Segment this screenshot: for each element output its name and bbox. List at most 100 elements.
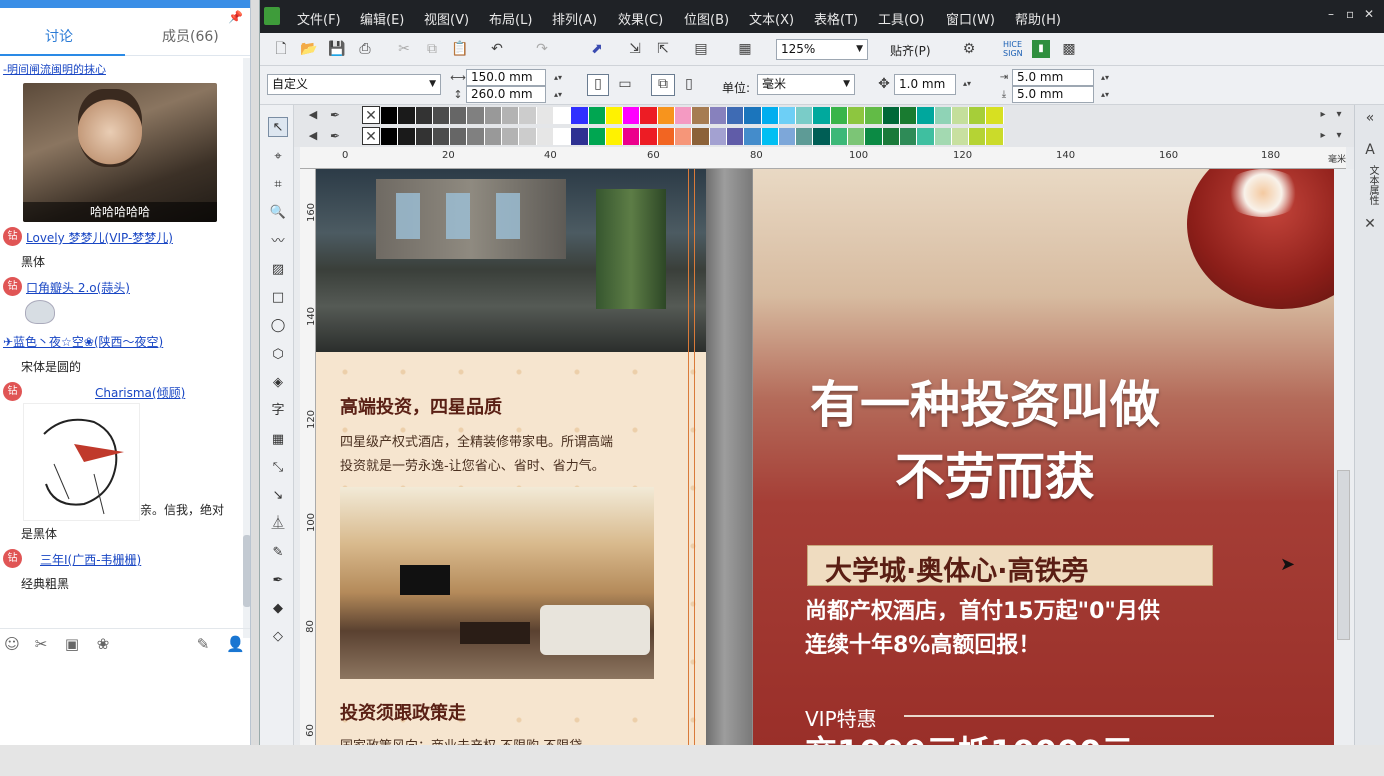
palette-scroll-left-icon[interactable]: ◀ — [304, 127, 322, 145]
qr-code-icon[interactable]: ▩ — [1060, 40, 1078, 58]
open-folder-icon[interactable]: 📂 — [300, 40, 318, 58]
color-swatch[interactable] — [744, 128, 762, 145]
text-properties-icon[interactable]: A — [1361, 141, 1379, 159]
color-swatch[interactable] — [640, 128, 658, 145]
outline-pen-icon[interactable]: ✒ — [268, 571, 288, 591]
menu-file[interactable]: 文件(F) — [297, 9, 341, 28]
connector-tool-icon[interactable]: ↘ — [268, 486, 288, 506]
color-swatch[interactable] — [951, 128, 970, 145]
color-swatch[interactable] — [899, 107, 918, 124]
tab-members[interactable]: 成员(66) — [162, 26, 219, 46]
color-swatch[interactable] — [467, 107, 485, 124]
color-swatch[interactable] — [986, 107, 1004, 124]
color-swatch[interactable] — [813, 128, 831, 145]
color-swatch[interactable] — [502, 128, 520, 145]
redo-icon[interactable]: ↷ — [533, 40, 551, 58]
menu-view[interactable]: 视图(V) — [424, 9, 469, 28]
left-body-1b[interactable]: 投资就是一劳永逸-让您省心、省时、省力气。 — [340, 455, 605, 474]
page-size-preset-select[interactable]: 自定义 ▼ — [267, 74, 441, 95]
color-swatch[interactable] — [761, 107, 779, 124]
color-swatch[interactable] — [796, 128, 814, 145]
canvas-scrollbar-thumb[interactable] — [1337, 470, 1350, 640]
color-swatch[interactable] — [830, 128, 849, 145]
color-swatch[interactable] — [882, 107, 900, 124]
table-tool-icon[interactable]: ▦ — [268, 430, 288, 450]
palette-menu-icon[interactable]: ▾ — [1330, 127, 1348, 145]
color-swatch[interactable] — [778, 107, 797, 124]
color-swatch[interactable] — [778, 128, 797, 145]
docker-tab-label[interactable]: 文本属性 — [1364, 165, 1378, 205]
nudge-distance-input[interactable]: 1.0 mm — [894, 74, 956, 95]
height-spinner-icon[interactable]: ▴▾ — [549, 86, 567, 104]
canvas-vertical-scrollbar[interactable] — [1334, 169, 1354, 745]
menu-layout[interactable]: 布局(L) — [489, 9, 532, 28]
color-swatch[interactable] — [796, 107, 814, 124]
page-height-input[interactable]: 260.0 mm — [466, 86, 546, 103]
dup-y-spinner-icon[interactable]: ▴▾ — [1096, 86, 1114, 104]
smiley-icon[interactable]: ☺ — [3, 635, 21, 653]
color-swatch[interactable] — [934, 128, 952, 145]
chat-username[interactable]: ✈蓝色丶夜☆空❀(陕西～夜空) — [3, 333, 163, 350]
color-swatch[interactable] — [553, 128, 572, 145]
no-color-swatch[interactable]: ✕ — [362, 106, 380, 124]
zoom-tool-icon[interactable]: 🔍 — [268, 203, 288, 223]
menu-tools[interactable]: 工具(O) — [878, 9, 924, 28]
docker-collapse-icon[interactable]: « — [1361, 109, 1379, 127]
color-swatch[interactable] — [605, 107, 624, 124]
import-icon[interactable]: ⇲ — [626, 40, 644, 58]
color-swatch[interactable] — [986, 128, 1004, 145]
chat-username[interactable]: Charisma(倾顾) — [95, 384, 185, 401]
smart-fill-icon[interactable]: ▨ — [268, 260, 288, 280]
color-swatch[interactable] — [415, 107, 433, 124]
export-icon[interactable]: ⇱ — [654, 40, 672, 58]
headline-line-2[interactable]: 不劳而获 — [895, 437, 1095, 509]
add-user-icon[interactable]: 👤 — [226, 635, 245, 653]
shape-tool-icon[interactable]: ⌖ — [268, 147, 288, 167]
chat-scrollbar-thumb[interactable] — [243, 535, 250, 607]
scissors-icon[interactable]: ✂ — [32, 635, 50, 653]
left-heading-1[interactable]: 高端投资，四星品质 — [340, 393, 502, 419]
color-swatch[interactable] — [484, 107, 503, 124]
app-launcher-icon[interactable]: ▤ — [692, 40, 710, 58]
color-swatch[interactable] — [415, 128, 433, 145]
color-swatch[interactable] — [899, 128, 918, 145]
search-content-icon[interactable]: ⬈ — [588, 40, 606, 58]
restore-icon[interactable]: ▫ — [1346, 7, 1354, 21]
color-swatch[interactable] — [934, 107, 952, 124]
image-icon[interactable]: ▣ — [63, 635, 81, 653]
interactive-fill-icon[interactable]: ◇ — [268, 627, 288, 647]
chat-username[interactable]: Lovely 梦梦儿(VIP-梦梦儿) — [26, 229, 173, 246]
duplicate-x-input[interactable]: 5.0 mm — [1012, 69, 1094, 86]
portrait-icon[interactable]: ▯ — [587, 74, 609, 96]
color-swatch[interactable] — [623, 128, 641, 145]
close-icon[interactable]: ✕ — [1364, 7, 1374, 21]
color-eyedropper-icon[interactable]: ✎ — [268, 543, 288, 563]
basic-shapes-icon[interactable]: ◈ — [268, 373, 288, 393]
nudge-spinner-icon[interactable]: ▴▾ — [958, 75, 976, 93]
pick-tool-icon[interactable]: ↖ — [268, 117, 288, 137]
crop-tool-icon[interactable]: ⌗ — [268, 175, 288, 195]
new-document-icon[interactable]: 🗋 — [272, 40, 290, 58]
menu-effects[interactable]: 效果(C) — [618, 9, 663, 28]
chat-username[interactable]: 口角瓣头 2.o(蒜头) — [26, 279, 130, 296]
color-swatch[interactable] — [398, 128, 416, 145]
chat-image-laughing-man[interactable]: 哈哈哈哈哈 — [23, 83, 217, 222]
color-swatch[interactable] — [588, 107, 606, 124]
blend-tool-icon[interactable]: ⏅ — [268, 514, 288, 534]
color-swatch[interactable] — [761, 128, 779, 145]
page-width-input[interactable]: 150.0 mm — [466, 69, 546, 86]
freehand-tool-icon[interactable]: 〰 — [268, 232, 288, 252]
color-swatch[interactable] — [536, 128, 554, 145]
offer-line-1[interactable]: 尚都产权酒店，首付15万起"0"月供 — [805, 593, 1160, 625]
tab-discussion[interactable]: 讨论 — [45, 26, 73, 46]
color-swatch[interactable] — [381, 128, 399, 145]
hotel-room-photo[interactable] — [340, 487, 654, 679]
eyedropper-icon[interactable]: ✒ — [326, 127, 344, 145]
color-swatch[interactable] — [969, 128, 987, 145]
guideline[interactable] — [688, 169, 689, 745]
color-swatch[interactable] — [519, 107, 537, 124]
copy-icon[interactable]: ⧉ — [423, 40, 441, 58]
color-swatch[interactable] — [432, 128, 451, 145]
color-swatch[interactable] — [432, 107, 451, 124]
color-swatch[interactable] — [623, 107, 641, 124]
